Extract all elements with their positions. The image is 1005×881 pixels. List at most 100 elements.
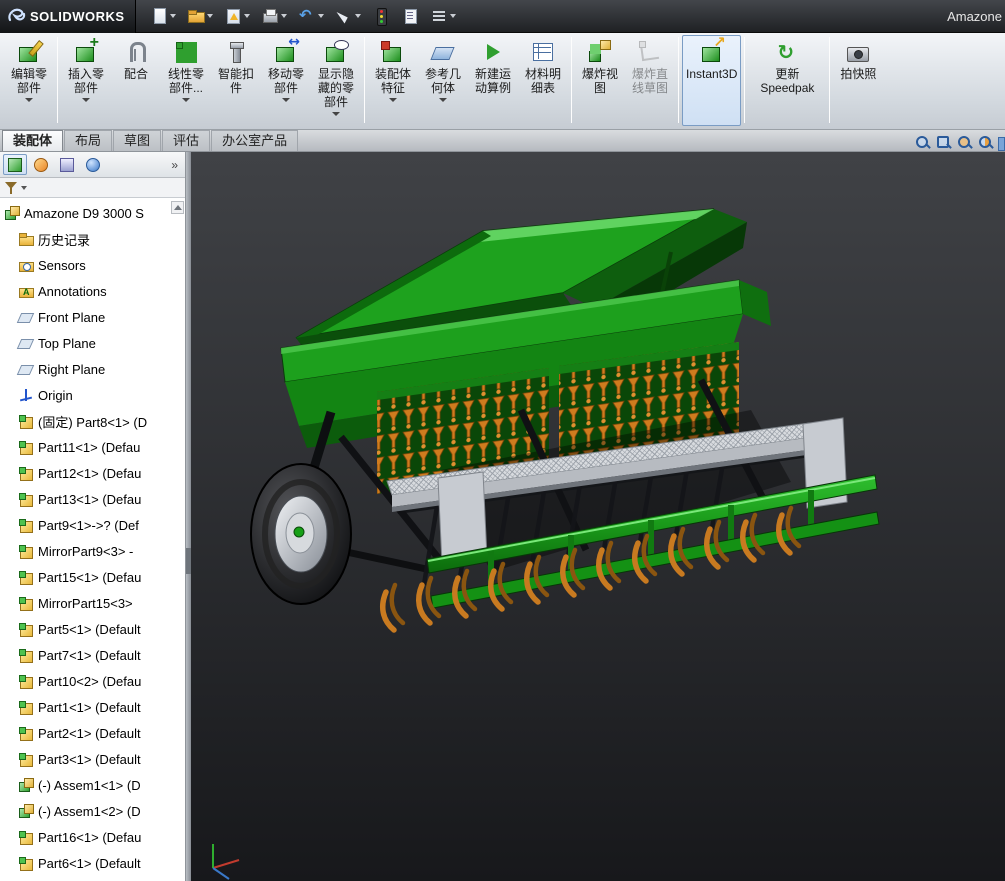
dropdown-arrow-icon[interactable] (355, 14, 361, 18)
dropdown-arrow-icon[interactable] (170, 14, 176, 18)
tree-item[interactable]: Right Plane (0, 356, 185, 382)
titlebar-tool-new-document[interactable] (146, 4, 180, 28)
tree-item[interactable]: 历史记录 (0, 226, 185, 252)
ribbon-button-edit-component[interactable]: 编辑零部件 (4, 35, 54, 126)
titlebar-tool-open[interactable] (183, 4, 217, 28)
dropdown-arrow-icon[interactable] (182, 98, 190, 102)
tree-item[interactable]: Part5<1> (Default (0, 616, 185, 642)
tab-evaluate[interactable]: 评估 (162, 130, 210, 151)
part-icon (18, 491, 34, 507)
ribbon-button-smart-fasteners[interactable]: 智能扣件 (211, 35, 261, 126)
tree-item-label: Part12<1> (Defau (38, 466, 141, 481)
titlebar-tool-file-properties[interactable] (397, 4, 423, 28)
section-view-icon[interactable] (976, 133, 994, 151)
tree-item[interactable]: Sensors (0, 252, 185, 278)
tree-item[interactable]: Origin (0, 382, 185, 408)
ribbon-button-bill-of-materials[interactable]: 材料明细表 (518, 35, 568, 126)
tree-tab-displaymanager[interactable] (81, 154, 105, 175)
tree-item[interactable]: (-) Assem1<1> (D (0, 772, 185, 798)
save-icon (224, 7, 242, 25)
tab-sketch[interactable]: 草图 (113, 130, 161, 151)
ribbon-button-label: 移动零部件 (265, 67, 307, 95)
dropdown-arrow-icon[interactable] (281, 14, 287, 18)
ribbon-button-mate[interactable]: 配合 (111, 35, 161, 126)
ribbon-button-reference-geometry[interactable]: 参考几何体 (418, 35, 468, 126)
tree-item[interactable]: Part10<2> (Defau (0, 668, 185, 694)
tree-tab-propertymanager[interactable] (29, 154, 53, 175)
tree-item[interactable]: MirrorPart15<3> (0, 590, 185, 616)
dropdown-arrow-icon[interactable] (244, 14, 250, 18)
part-icon (18, 465, 34, 481)
tree-item[interactable]: Part15<1> (Defau (0, 564, 185, 590)
tree-item[interactable]: Part1<1> (Default (0, 694, 185, 720)
tab-assembly[interactable]: 装配体 (2, 130, 63, 151)
titlebar-tool-undo[interactable] (294, 4, 328, 28)
tree-item[interactable]: Part2<1> (Default (0, 720, 185, 746)
tree-item[interactable]: (-) Assem1<2> (D (0, 798, 185, 824)
command-manager-ribbon: 编辑零部件插入零部件配合线性零部件...智能扣件移动零部件显示隐藏的零部件装配体… (0, 33, 1005, 130)
dropdown-arrow-icon[interactable] (318, 14, 324, 18)
tree-item[interactable]: Part12<1> (Defau (0, 460, 185, 486)
dropdown-arrow-icon[interactable] (450, 14, 456, 18)
zoom-area-icon[interactable] (934, 133, 952, 151)
tree-item[interactable]: Part16<1> (Defau (0, 824, 185, 850)
dropdown-arrow-icon[interactable] (439, 98, 447, 102)
tree-item[interactable]: Part11<1> (Defau (0, 434, 185, 460)
clipped-view-icon[interactable] (998, 137, 1005, 151)
tree-item[interactable]: Part7<1> (Default (0, 642, 185, 668)
dropdown-arrow-icon[interactable] (82, 98, 90, 102)
tab-layout[interactable]: 布局 (64, 130, 112, 151)
tab-office-products[interactable]: 办公室产品 (211, 130, 298, 151)
tree-item[interactable]: Part6<1> (Default (0, 850, 185, 876)
titlebar-tool-select[interactable] (331, 4, 365, 28)
tree-scroll-up-button[interactable] (171, 201, 184, 214)
ribbon-button-take-snapshot[interactable]: 拍快照 (833, 35, 883, 126)
ribbon-button-move-component[interactable]: 移动零部件 (261, 35, 311, 126)
dropdown-arrow-icon[interactable] (282, 98, 290, 102)
tree-item[interactable]: Part3<1> (Default (0, 746, 185, 772)
tree-item[interactable]: Part13<1> (Defau (0, 486, 185, 512)
ribbon-button-show-hidden[interactable]: 显示隐藏的零部件 (311, 35, 361, 126)
part-icon (18, 751, 34, 767)
titlebar-tool-options[interactable] (426, 4, 460, 28)
take-snapshot-icon (845, 39, 871, 65)
panel-overflow-chevron[interactable]: » (167, 158, 182, 172)
ribbon-button-exploded-view[interactable]: 爆炸视图 (575, 35, 625, 126)
filter-dropdown-icon[interactable] (21, 186, 27, 190)
ribbon-tab-bar: 装配体布局草图评估办公室产品 (0, 130, 1005, 152)
ribbon-button-assembly-features[interactable]: 装配体特征 (368, 35, 418, 126)
tree-item[interactable]: MirrorPart9<3> - (0, 538, 185, 564)
ribbon-button-new-motion-study[interactable]: 新建运动算例 (468, 35, 518, 126)
tree-tab-featuremanager[interactable] (3, 154, 27, 175)
ribbon-button-linear-pattern[interactable]: 线性零部件... (161, 35, 211, 126)
tree-item[interactable]: (固定) Part8<1> (D (0, 408, 185, 434)
ribbon-button-update-speedpak[interactable]: 更新Speedpak (748, 35, 826, 126)
titlebar-tool-save[interactable] (220, 4, 254, 28)
tree-item[interactable]: Part9<1>->? (Def (0, 512, 185, 538)
tree-item-label: Part13<1> (Defau (38, 492, 141, 507)
dropdown-arrow-icon[interactable] (332, 112, 340, 116)
titlebar-tool-rebuild[interactable] (368, 4, 394, 28)
dropdown-arrow-icon[interactable] (25, 98, 33, 102)
main-area: » Amazone D9 3000 S历史记录SensorsAnnotation… (0, 152, 1005, 881)
tree-item[interactable]: Front Plane (0, 304, 185, 330)
zoom-fit-icon[interactable] (913, 133, 931, 151)
tree-item[interactable]: Amazone D9 3000 S (0, 200, 185, 226)
seed-drill-3d-model[interactable] (191, 152, 1005, 881)
tree-item[interactable]: Annotations (0, 278, 185, 304)
titlebar-tool-print[interactable] (257, 4, 291, 28)
previous-view-icon[interactable] (955, 133, 973, 151)
tree-tab-configurationmanager[interactable] (55, 154, 79, 175)
instant3d-icon (699, 39, 725, 65)
tree-item-label: Part10<2> (Defau (38, 674, 141, 689)
filter-funnel-icon[interactable] (4, 181, 18, 195)
ribbon-button-insert-component[interactable]: 插入零部件 (61, 35, 111, 126)
window-title: Amazone (947, 9, 1005, 24)
brand-text: SOLIDWORKS (30, 9, 125, 24)
dropdown-arrow-icon[interactable] (389, 98, 397, 102)
dropdown-arrow-icon[interactable] (207, 14, 213, 18)
tree-item[interactable]: Top Plane (0, 330, 185, 356)
assembly-icon (4, 205, 20, 221)
graphics-viewport[interactable] (191, 152, 1005, 881)
ribbon-button-instant3d[interactable]: Instant3D (682, 35, 741, 126)
